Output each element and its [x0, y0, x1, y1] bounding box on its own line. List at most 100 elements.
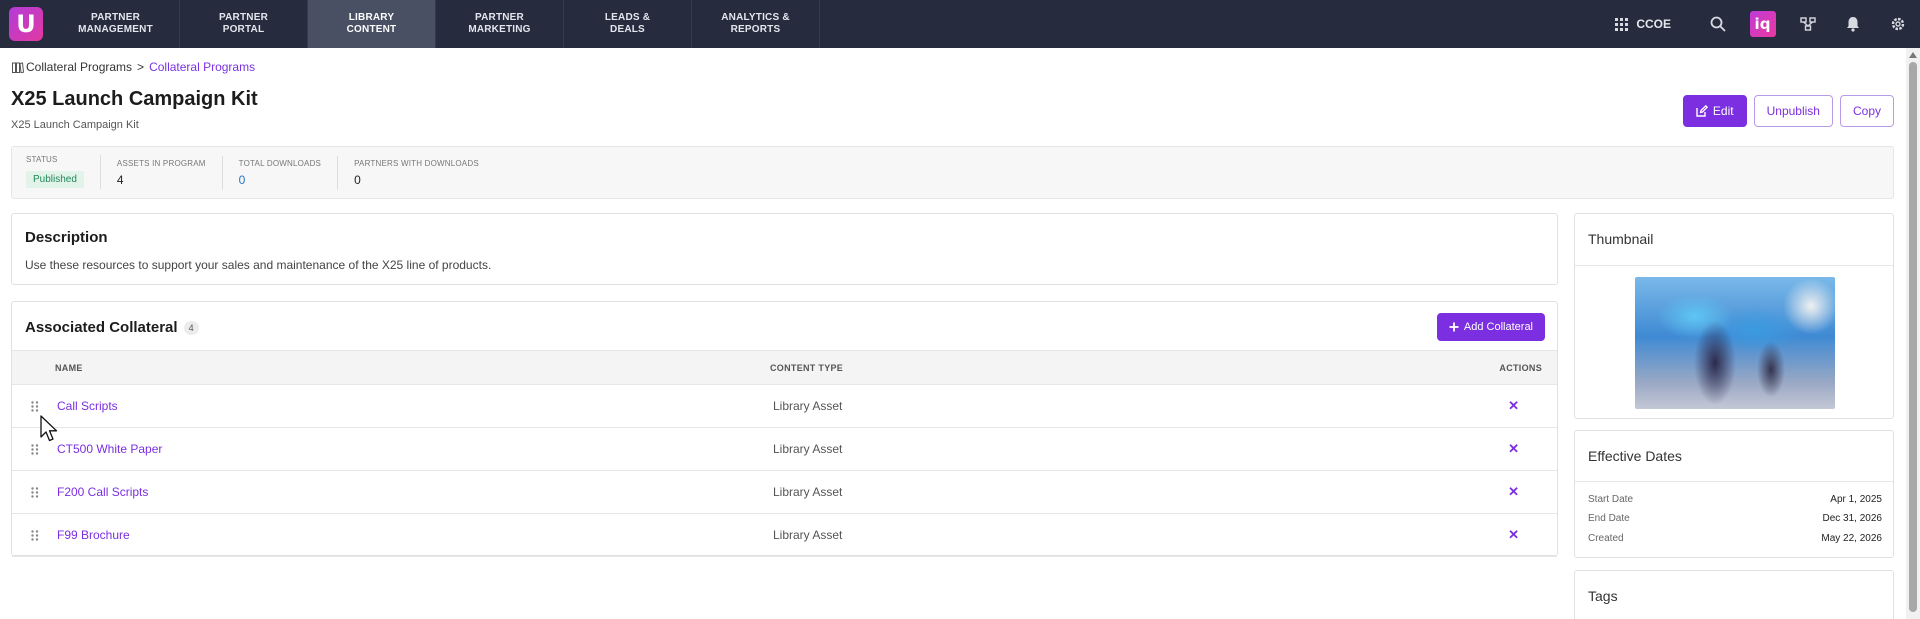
created-date-label: Created	[1588, 533, 1624, 544]
effective-dates-title: Effective Dates	[1588, 448, 1682, 464]
search-icon	[1710, 16, 1725, 32]
edit-icon	[1696, 105, 1708, 117]
nav-item-partner-marketing[interactable]: PARTNER MARKETING	[436, 0, 564, 48]
stat-assets-value: 4	[116, 172, 124, 187]
associated-collateral-card: Associated Collateral 4 Add Collateral N…	[11, 301, 1558, 557]
thumbnail-title: Thumbnail	[1588, 231, 1654, 247]
scroll-thumb[interactable]	[1909, 62, 1917, 612]
collateral-name-link[interactable]: F200 Call Scripts	[57, 485, 148, 499]
scroll-up-arrow-icon[interactable]	[1909, 52, 1917, 58]
settings-button[interactable]	[1875, 0, 1920, 48]
iq-button[interactable]: iq	[1740, 0, 1785, 48]
page-actions: Edit Unpublish Copy	[1682, 95, 1894, 127]
thumbnail-image[interactable]	[1635, 277, 1835, 409]
thumbnail-card: Thumbnail	[1574, 213, 1894, 419]
thumbnail-divider	[1575, 265, 1893, 266]
collateral-content-type: Library Asset	[773, 399, 843, 413]
tags-title: Tags	[1588, 588, 1618, 604]
remove-collateral-icon[interactable]: ✕	[1508, 484, 1519, 500]
effective-dates-card: Effective Dates Start Date Apr 1, 2025 E…	[1574, 430, 1894, 558]
start-date-value: Apr 1, 2025	[1830, 494, 1882, 505]
grid-icon	[1615, 17, 1629, 31]
page-title: X25 Launch Campaign Kit	[11, 88, 258, 110]
hierarchy-button[interactable]	[1785, 0, 1830, 48]
app-logo[interactable]: U	[0, 0, 52, 48]
nav-item-leads-deals[interactable]: LEADS & DEALS	[564, 0, 692, 48]
drag-handle-icon[interactable]	[31, 444, 39, 455]
notifications-button[interactable]	[1830, 0, 1875, 48]
bell-icon	[1846, 17, 1859, 32]
breadcrumb-parent[interactable]: Collateral Programs	[26, 60, 132, 74]
status-badge: Published	[26, 171, 84, 188]
stat-downloads: TOTAL DOWNLOADS 0	[238, 155, 339, 190]
edit-button[interactable]: Edit	[1682, 95, 1747, 127]
start-date-label: Start Date	[1588, 494, 1634, 505]
collateral-count-badge: 4	[183, 320, 199, 335]
collateral-content-type: Library Asset	[773, 528, 843, 542]
collateral-title: Associated Collateral	[25, 319, 178, 336]
iq-icon: iq	[1749, 11, 1776, 37]
breadcrumb-separator: >	[137, 60, 145, 74]
end-date-label: End Date	[1588, 513, 1630, 524]
effective-dates-divider	[1575, 481, 1893, 482]
org-switcher[interactable]: CCOE	[1615, 17, 1671, 31]
description-text: Use these resources to support your sale…	[25, 258, 492, 272]
top-navigation-bar: U PARTNER MANAGEMENT PARTNER PORTAL LIBR…	[0, 0, 1920, 48]
nav-item-partner-management[interactable]: PARTNER MANAGEMENT	[52, 0, 180, 48]
copy-button[interactable]: Copy	[1839, 95, 1894, 127]
search-button[interactable]	[1695, 0, 1740, 48]
table-row: CT500 White Paper Library Asset ✕	[12, 428, 1557, 471]
description-title: Description	[25, 229, 108, 246]
collateral-content-type: Library Asset	[773, 485, 843, 499]
add-collateral-button[interactable]: Add Collateral	[1436, 313, 1545, 341]
drag-handle-icon[interactable]	[31, 401, 39, 412]
stat-assets: ASSETS IN PROGRAM 4	[116, 155, 223, 190]
drag-handle-icon[interactable]	[31, 487, 39, 498]
page-scrollbar[interactable]	[1906, 48, 1920, 619]
collateral-header: Associated Collateral 4	[25, 319, 199, 336]
date-row-start: Start Date Apr 1, 2025	[1588, 494, 1882, 505]
column-header-actions: ACTIONS	[1499, 362, 1542, 373]
tags-card: Tags	[1574, 570, 1894, 619]
remove-collateral-icon[interactable]: ✕	[1508, 441, 1519, 457]
mouse-cursor-icon	[40, 415, 58, 442]
table-row: Call Scripts Library Asset ✕	[12, 385, 1557, 428]
collateral-content-type: Library Asset	[773, 442, 843, 456]
stat-downloads-value[interactable]: 0	[239, 173, 321, 187]
remove-collateral-icon[interactable]: ✕	[1508, 527, 1519, 543]
created-date-value: May 22, 2026	[1821, 533, 1882, 544]
description-card: Description Use these resources to suppo…	[11, 213, 1558, 285]
drag-handle-icon[interactable]	[31, 530, 39, 541]
nav-item-partner-portal[interactable]: PARTNER PORTAL	[180, 0, 308, 48]
remove-collateral-icon[interactable]: ✕	[1508, 398, 1519, 414]
stat-assets-label: ASSETS IN PROGRAM	[116, 158, 206, 168]
column-header-name[interactable]: NAME	[55, 363, 83, 373]
org-label: CCOE	[1636, 17, 1671, 31]
table-row: F99 Brochure Library Asset ✕	[12, 514, 1557, 557]
hierarchy-icon	[1799, 17, 1816, 31]
breadcrumb-current[interactable]: Collateral Programs	[149, 60, 255, 74]
stat-partners-label: PARTNERS WITH DOWNLOADS	[354, 158, 479, 168]
column-header-content-type[interactable]: CONTENT TYPE	[770, 363, 843, 373]
date-row-created: Created May 22, 2026	[1588, 533, 1882, 544]
unpublish-button[interactable]: Unpublish	[1753, 95, 1833, 127]
collateral-name-link[interactable]: CT500 White Paper	[57, 442, 162, 456]
app-logo-mark: U	[9, 7, 43, 41]
stat-status: STATUS Published	[26, 154, 101, 189]
program-stats-bar: STATUS Published ASSETS IN PROGRAM 4 TOT…	[11, 146, 1894, 199]
plus-icon	[1449, 322, 1459, 332]
edit-button-label: Edit	[1712, 104, 1734, 118]
collateral-name-link[interactable]: F99 Brochure	[57, 528, 130, 542]
breadcrumb: Collateral Programs > Collateral Program…	[12, 60, 255, 74]
stat-status-label: STATUS	[26, 155, 58, 164]
nav-item-library-content[interactable]: LIBRARY CONTENT	[308, 0, 436, 48]
add-collateral-label: Add Collateral	[1463, 321, 1533, 333]
date-row-end: End Date Dec 31, 2026	[1588, 513, 1882, 524]
nav-item-analytics-reports[interactable]: ANALYTICS & REPORTS	[692, 0, 820, 48]
table-row: F200 Call Scripts Library Asset ✕	[12, 471, 1557, 514]
gear-icon	[1891, 17, 1904, 31]
stat-downloads-label: TOTAL DOWNLOADS	[238, 158, 322, 168]
collateral-programs-icon	[12, 61, 24, 73]
collateral-name-link[interactable]: Call Scripts	[57, 399, 118, 413]
stat-partners: PARTNERS WITH DOWNLOADS 0	[354, 156, 495, 190]
